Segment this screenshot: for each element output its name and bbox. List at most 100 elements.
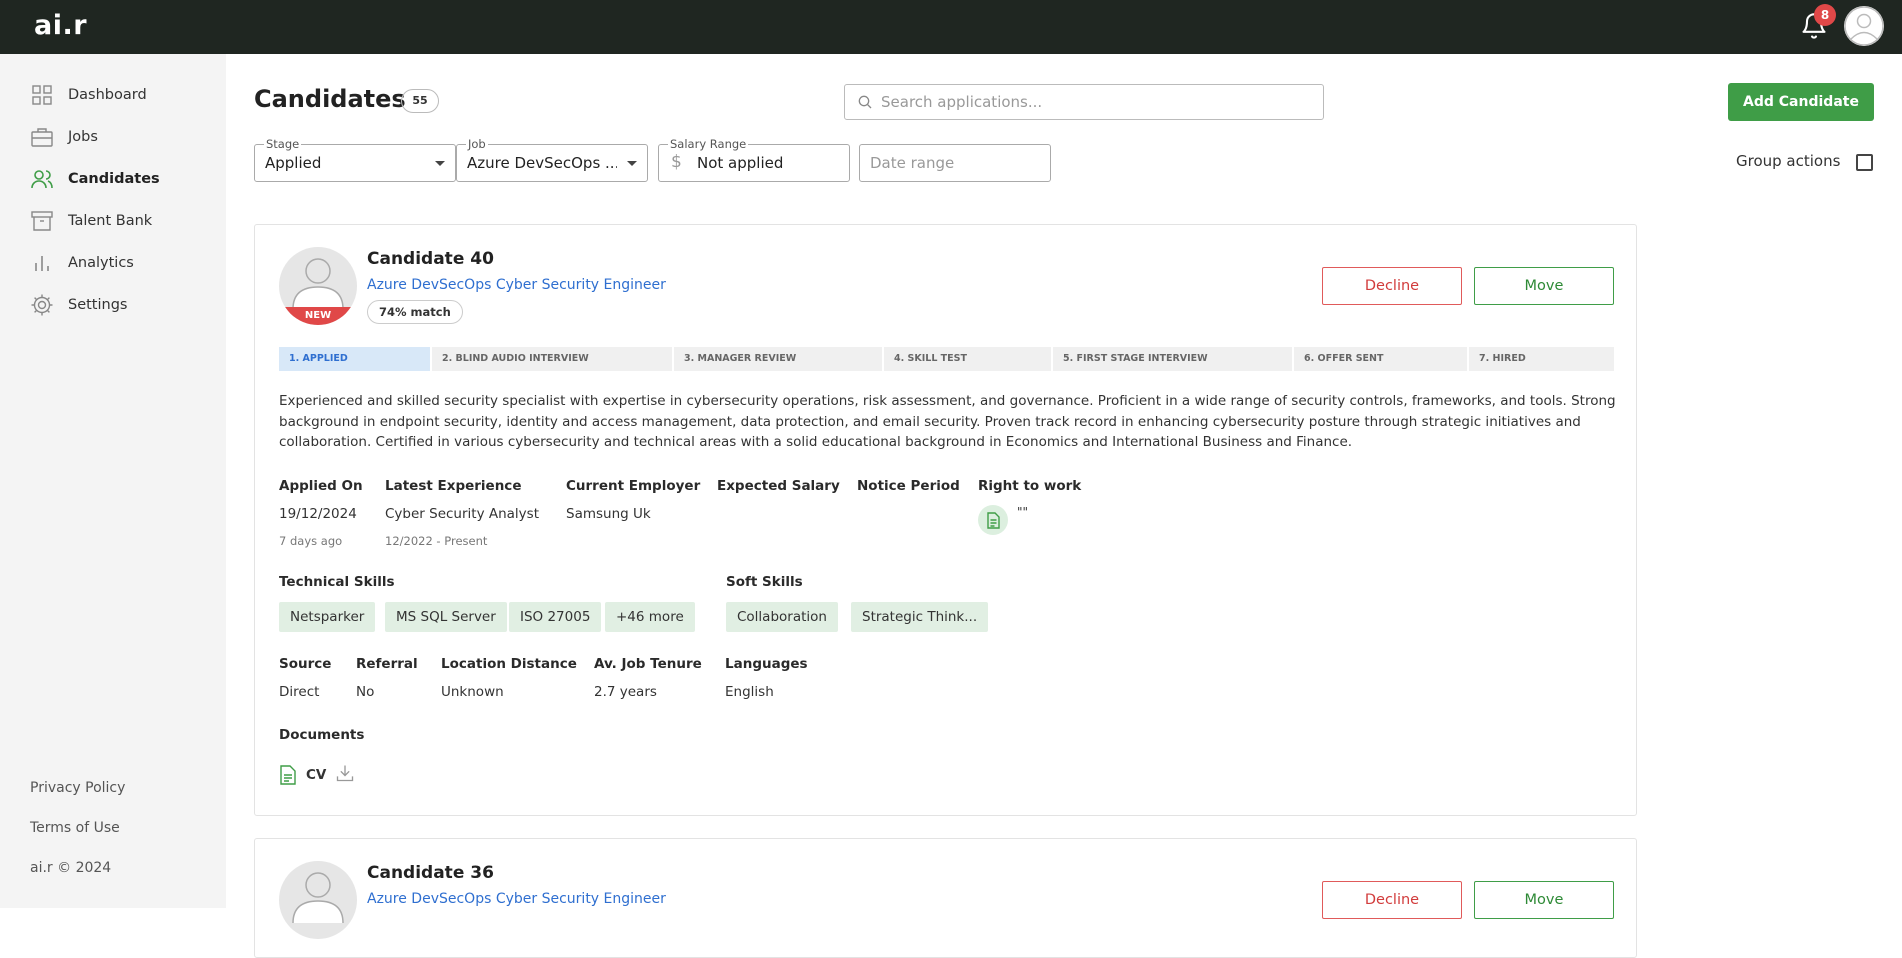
applied-on-value: 19/12/2024 bbox=[279, 506, 357, 522]
stage-step[interactable]: 3. MANAGER REVIEW bbox=[674, 347, 884, 371]
candidate-card[interactable]: Candidate 36 Azure DevSecOps Cyber Secur… bbox=[254, 838, 1637, 958]
latest-experience-period: 12/2022 - Present bbox=[385, 534, 488, 548]
sidebar-item-label: Dashboard bbox=[68, 87, 147, 103]
add-candidate-button[interactable]: Add Candidate bbox=[1728, 83, 1874, 121]
sidebar-item-analytics[interactable]: Analytics bbox=[30, 248, 134, 278]
search-box[interactable] bbox=[844, 84, 1324, 120]
stage-step[interactable]: 1. APPLIED bbox=[279, 347, 432, 371]
referral-heading: Referral bbox=[356, 656, 418, 672]
people-icon bbox=[31, 170, 53, 189]
right-to-work-heading: Right to work bbox=[978, 478, 1082, 494]
current-employer-value: Samsung Uk bbox=[566, 506, 651, 522]
sidebar-item-jobs[interactable]: Jobs bbox=[30, 122, 98, 152]
sidebar: Dashboard Jobs Candidates Talent Bank An… bbox=[0, 54, 226, 908]
decline-button[interactable]: Decline bbox=[1322, 881, 1462, 919]
terms-of-use-link[interactable]: Terms of Use bbox=[30, 820, 120, 836]
sidebar-item-label: Candidates bbox=[68, 171, 160, 187]
gear-icon bbox=[31, 294, 53, 316]
technical-skills-heading: Technical Skills bbox=[279, 574, 395, 590]
bar-chart-icon bbox=[35, 256, 49, 271]
candidate-job-link[interactable]: Azure DevSecOps Cyber Security Engineer bbox=[367, 891, 666, 907]
stage-filter-value: Applied bbox=[265, 154, 322, 172]
latest-experience-heading: Latest Experience bbox=[385, 478, 522, 494]
salary-filter-label: Salary Range bbox=[668, 137, 749, 151]
sidebar-item-candidates[interactable]: Candidates bbox=[30, 164, 160, 194]
archive-icon bbox=[31, 211, 53, 231]
dollar-icon: $ bbox=[671, 152, 682, 172]
salary-range-filter[interactable]: Salary Range $ Not applied bbox=[658, 137, 850, 182]
sidebar-item-label: Jobs bbox=[68, 129, 98, 145]
skill-chip: Strategic Think... bbox=[851, 602, 989, 632]
copyright-text: ai.r © 2024 bbox=[30, 860, 112, 876]
page-title: Candidates bbox=[254, 85, 406, 113]
location-distance-heading: Location Distance bbox=[441, 656, 577, 672]
document-icon bbox=[280, 765, 296, 785]
download-icon[interactable] bbox=[335, 763, 355, 783]
sidebar-item-label: Talent Bank bbox=[68, 213, 153, 229]
current-employer-heading: Current Employer bbox=[566, 478, 701, 494]
top-bar: ai.r 8 bbox=[0, 0, 1902, 54]
candidate-summary: Experienced and skilled security special… bbox=[279, 393, 1616, 450]
job-tenure-value: 2.7 years bbox=[594, 684, 657, 700]
right-to-work-value: "" bbox=[1017, 505, 1029, 519]
chevron-down-icon bbox=[435, 161, 445, 166]
group-actions-checkbox[interactable] bbox=[1856, 154, 1873, 171]
applied-ago-value: 7 days ago bbox=[279, 534, 343, 548]
applied-on-heading: Applied On bbox=[279, 478, 363, 494]
search-input[interactable] bbox=[881, 93, 1301, 111]
notice-period-heading: Notice Period bbox=[857, 478, 960, 494]
latest-experience-value: Cyber Security Analyst bbox=[385, 506, 539, 522]
grid-icon bbox=[32, 85, 52, 105]
skill-chip: MS SQL Server bbox=[385, 602, 507, 632]
job-tenure-heading: Av. Job Tenure bbox=[594, 656, 702, 672]
source-value: Direct bbox=[279, 684, 320, 700]
date-range-filter[interactable]: Date range bbox=[859, 144, 1051, 182]
briefcase-icon bbox=[31, 128, 53, 147]
skill-chip: ISO 27005 bbox=[509, 602, 602, 632]
cv-document-link[interactable]: CV bbox=[306, 767, 326, 783]
move-button[interactable]: Move bbox=[1474, 267, 1614, 305]
job-filter-value: Azure DevSecOps ... bbox=[467, 154, 617, 172]
stage-step[interactable]: 7. HIRED bbox=[1469, 347, 1614, 371]
skill-chip: Netsparker bbox=[279, 602, 376, 632]
date-range-placeholder: Date range bbox=[870, 154, 955, 172]
soft-skills-heading: Soft Skills bbox=[726, 574, 803, 590]
stage-step[interactable]: 5. FIRST STAGE INTERVIEW bbox=[1053, 347, 1294, 371]
user-silhouette-icon bbox=[1844, 6, 1884, 46]
sidebar-item-label: Analytics bbox=[68, 255, 134, 271]
match-badge: 74% match bbox=[367, 300, 463, 324]
candidates-count-badge: 55 bbox=[401, 89, 439, 113]
privacy-policy-link[interactable]: Privacy Policy bbox=[30, 780, 125, 796]
user-avatar[interactable] bbox=[1844, 6, 1884, 46]
stage-step[interactable]: 6. OFFER SENT bbox=[1294, 347, 1469, 371]
document-icon[interactable] bbox=[978, 505, 1008, 535]
more-skills-chip[interactable]: +46 more bbox=[605, 602, 695, 632]
new-tag: NEW bbox=[279, 307, 357, 325]
languages-heading: Languages bbox=[725, 656, 808, 672]
main-content: Candidates 55 Add Candidate Stage Applie… bbox=[226, 54, 1902, 958]
candidate-name[interactable]: Candidate 40 bbox=[367, 249, 494, 269]
expected-salary-heading: Expected Salary bbox=[717, 478, 840, 494]
candidate-job-link[interactable]: Azure DevSecOps Cyber Security Engineer bbox=[367, 277, 666, 293]
stage-step[interactable]: 4. SKILL TEST bbox=[884, 347, 1053, 371]
candidate-card[interactable]: NEW Candidate 40 Azure DevSecOps Cyber S… bbox=[254, 224, 1637, 816]
job-filter[interactable]: Job Azure DevSecOps ... bbox=[456, 137, 648, 182]
stage-step[interactable]: 2. BLIND AUDIO INTERVIEW bbox=[432, 347, 674, 371]
chevron-down-icon bbox=[627, 161, 637, 166]
stage-filter[interactable]: Stage Applied bbox=[254, 137, 456, 182]
move-button[interactable]: Move bbox=[1474, 881, 1614, 919]
sidebar-item-settings[interactable]: Settings bbox=[30, 290, 127, 320]
decline-button[interactable]: Decline bbox=[1322, 267, 1462, 305]
candidate-avatar: NEW bbox=[279, 247, 357, 325]
candidate-name[interactable]: Candidate 36 bbox=[367, 863, 494, 883]
salary-filter-value: Not applied bbox=[697, 154, 784, 172]
app-logo[interactable]: ai.r bbox=[34, 10, 87, 41]
notification-count-badge: 8 bbox=[1814, 4, 1836, 26]
stage-filter-label: Stage bbox=[264, 137, 302, 151]
sidebar-item-dashboard[interactable]: Dashboard bbox=[30, 80, 147, 110]
sidebar-item-talent-bank[interactable]: Talent Bank bbox=[30, 206, 152, 236]
stage-progress-bar: 1. APPLIED 2. BLIND AUDIO INTERVIEW 3. M… bbox=[279, 347, 1614, 371]
job-filter-label: Job bbox=[466, 137, 488, 151]
candidate-avatar bbox=[279, 861, 357, 939]
location-distance-value: Unknown bbox=[441, 684, 504, 700]
